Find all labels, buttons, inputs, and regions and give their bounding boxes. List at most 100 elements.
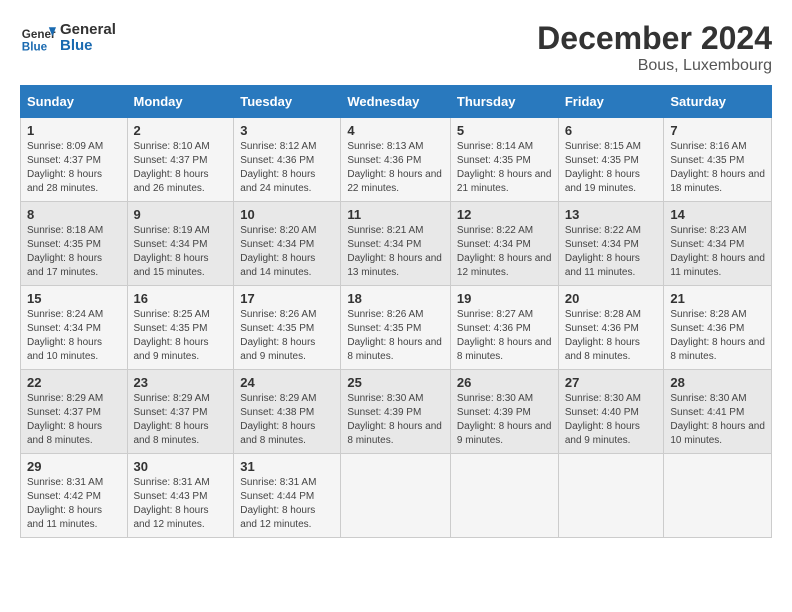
day-number: 8 <box>27 207 121 222</box>
sunrise-text: Sunrise: 8:27 AM <box>457 309 533 320</box>
daylight-text: Daylight: 8 hours and 12 minutes. <box>240 505 315 530</box>
header-day-sunday: Sunday <box>21 86 128 118</box>
day-number: 13 <box>565 207 658 222</box>
calendar-cell: 3Sunrise: 8:12 AMSunset: 4:36 PMDaylight… <box>234 118 341 202</box>
daylight-text: Daylight: 8 hours and 8 minutes. <box>134 421 209 446</box>
day-number: 30 <box>134 459 228 474</box>
calendar-cell: 25Sunrise: 8:30 AMSunset: 4:39 PMDayligh… <box>341 370 451 454</box>
day-info: Sunrise: 8:10 AMSunset: 4:37 PMDaylight:… <box>134 140 228 196</box>
sunrise-text: Sunrise: 8:26 AM <box>240 309 316 320</box>
sunrise-text: Sunrise: 8:28 AM <box>670 309 746 320</box>
sunrise-text: Sunrise: 8:20 AM <box>240 225 316 236</box>
sunset-text: Sunset: 4:34 PM <box>134 239 208 250</box>
sunrise-text: Sunrise: 8:31 AM <box>240 477 316 488</box>
header-day-tuesday: Tuesday <box>234 86 341 118</box>
sunrise-text: Sunrise: 8:15 AM <box>565 141 641 152</box>
daylight-text: Daylight: 8 hours and 24 minutes. <box>240 169 315 194</box>
day-info: Sunrise: 8:23 AMSunset: 4:34 PMDaylight:… <box>670 224 765 280</box>
logo-line1: General <box>60 22 116 39</box>
sunrise-text: Sunrise: 8:24 AM <box>27 309 103 320</box>
sunrise-text: Sunrise: 8:23 AM <box>670 225 746 236</box>
day-info: Sunrise: 8:25 AMSunset: 4:35 PMDaylight:… <box>134 308 228 364</box>
day-number: 18 <box>347 291 444 306</box>
page-header: General Blue General Blue December 2024 … <box>20 20 772 75</box>
sunrise-text: Sunrise: 8:31 AM <box>134 477 210 488</box>
day-number: 26 <box>457 375 552 390</box>
calendar-week-row: 8 Sunrise: 8:18 AMSunset: 4:35 PMDaylight… <box>21 202 772 286</box>
daylight-text: Daylight: 8 hours and 11 minutes. <box>565 253 640 278</box>
calendar-header-row: SundayMondayTuesdayWednesdayThursdayFrid… <box>21 86 772 118</box>
day-number: 20 <box>565 291 658 306</box>
day-number: 19 <box>457 291 552 306</box>
calendar-cell: 26 Sunrise: 8:30 AMSunset: 4:39 PMDayligh… <box>450 370 558 454</box>
daylight-text: Daylight: 8 hours and 13 minutes. <box>347 253 442 278</box>
calendar-week-row: 1Sunrise: 8:09 AMSunset: 4:37 PMDaylight… <box>21 118 772 202</box>
svg-text:Blue: Blue <box>22 41 48 54</box>
header-day-thursday: Thursday <box>450 86 558 118</box>
day-info: Sunrise: 8:29 AMSunset: 4:37 PMDaylight:… <box>134 392 228 448</box>
location: Bous, Luxembourg <box>537 57 772 75</box>
day-info: Sunrise: 8:28 AM Sunset: 4:36 PM Daylight:… <box>670 308 765 364</box>
sunrise-text: Sunrise: 8:14 AM <box>457 141 533 152</box>
daylight-text: Daylight: 8 hours and 8 minutes. <box>27 421 102 446</box>
sunset-text: Sunset: 4:39 PM <box>347 407 421 418</box>
sunrise-text: Sunrise: 8:10 AM <box>134 141 210 152</box>
calendar-cell: 6Sunrise: 8:15 AMSunset: 4:35 PMDaylight… <box>558 118 664 202</box>
calendar-cell: 7Sunrise: 8:16 AMSunset: 4:35 PMDaylight… <box>664 118 772 202</box>
calendar-cell <box>341 454 451 538</box>
day-number: 27 <box>565 375 658 390</box>
day-number: 16 <box>134 291 228 306</box>
header-day-friday: Friday <box>558 86 664 118</box>
day-info: Sunrise: 8:14 AMSunset: 4:35 PMDaylight:… <box>457 140 552 196</box>
day-info: Sunrise: 8:29 AMSunset: 4:38 PMDaylight:… <box>240 392 334 448</box>
day-number: 4 <box>347 123 444 138</box>
daylight-text: Daylight: 8 hours and 8 minutes. <box>670 337 765 362</box>
day-number: 10 <box>240 207 334 222</box>
day-info: Sunrise: 8:31 AMSunset: 4:42 PMDaylight:… <box>27 476 121 532</box>
sunset-text: Sunset: 4:41 PM <box>670 407 744 418</box>
daylight-text: Daylight: 8 hours and 8 minutes. <box>565 337 640 362</box>
logo-icon: General Blue <box>20 20 56 56</box>
sunset-text: Sunset: 4:40 PM <box>565 407 639 418</box>
calendar-cell: 27Sunrise: 8:30 AMSunset: 4:40 PMDayligh… <box>558 370 664 454</box>
sunset-text: Sunset: 4:34 PM <box>457 239 531 250</box>
day-info: Sunrise: 8:30 AMSunset: 4:39 PMDaylight:… <box>457 392 552 448</box>
calendar-cell: 17Sunrise: 8:26 AMSunset: 4:35 PMDayligh… <box>234 286 341 370</box>
day-info: Sunrise: 8:16 AMSunset: 4:35 PMDaylight:… <box>670 140 765 196</box>
daylight-text: Daylight: 8 hours and 28 minutes. <box>27 169 102 194</box>
day-info: Sunrise: 8:20 AMSunset: 4:34 PMDaylight:… <box>240 224 334 280</box>
sunrise-text: Sunrise: 8:12 AM <box>240 141 316 152</box>
calendar-cell: 28Sunrise: 8:30 AMSunset: 4:41 PMDayligh… <box>664 370 772 454</box>
day-info: Sunrise: 8:29 AMSunset: 4:37 PMDaylight:… <box>27 392 121 448</box>
day-info: Sunrise: 8:26 AMSunset: 4:35 PMDaylight:… <box>240 308 334 364</box>
daylight-text: Daylight: 8 hours and 17 minutes. <box>27 253 102 278</box>
day-info: Sunrise: 8:15 AMSunset: 4:35 PMDaylight:… <box>565 140 658 196</box>
calendar-cell: 4Sunrise: 8:13 AMSunset: 4:36 PMDaylight… <box>341 118 451 202</box>
calendar-cell: 20 Sunrise: 8:28 AMSunset: 4:36 PMDayligh… <box>558 286 664 370</box>
sunset-text: Sunset: 4:35 PM <box>457 155 531 166</box>
day-info: Sunrise: 8:27 AMSunset: 4:36 PMDaylight:… <box>457 308 552 364</box>
sunrise-text: Sunrise: 8:30 AM <box>565 393 641 404</box>
sunset-text: Sunset: 4:35 PM <box>565 155 639 166</box>
day-number: 1 <box>27 123 121 138</box>
sunrise-text: Sunrise: 8:25 AM <box>134 309 210 320</box>
sunrise-text: Sunrise: 8:30 AM <box>457 393 533 404</box>
day-number: 29 <box>27 459 121 474</box>
day-number: 2 <box>134 123 228 138</box>
sunrise-text: Sunrise: 8:18 AM <box>27 225 103 236</box>
sunset-text: Sunset: 4:36 PM <box>670 323 744 334</box>
sunset-text: Sunset: 4:34 PM <box>670 239 744 250</box>
calendar-cell <box>558 454 664 538</box>
calendar-cell: 18Sunrise: 8:26 AMSunset: 4:35 PMDayligh… <box>341 286 451 370</box>
day-info: Sunrise: 8:22 AMSunset: 4:34 PMDaylight:… <box>565 224 658 280</box>
day-info: Sunrise: 8:28 AMSunset: 4:36 PMDaylight:… <box>565 308 658 364</box>
day-info: Sunrise: 8:18 AMSunset: 4:35 PMDaylight:… <box>27 224 121 280</box>
calendar-table: SundayMondayTuesdayWednesdayThursdayFrid… <box>20 85 772 538</box>
sunset-text: Sunset: 4:38 PM <box>240 407 314 418</box>
sunset-text: Sunset: 4:36 PM <box>347 155 421 166</box>
logo-line2: Blue <box>60 38 116 55</box>
calendar-cell: 10 Sunrise: 8:20 AMSunset: 4:34 PMDayligh… <box>234 202 341 286</box>
sunset-text: Sunset: 4:36 PM <box>457 323 531 334</box>
daylight-text: Daylight: 8 hours and 9 minutes. <box>134 337 209 362</box>
sunrise-text: Sunrise: 8:13 AM <box>347 141 423 152</box>
